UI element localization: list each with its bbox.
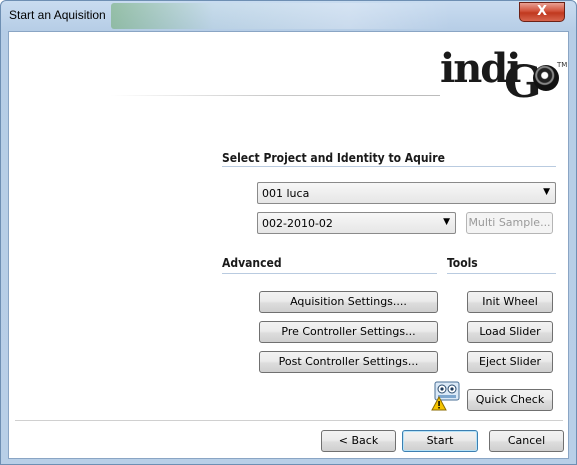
footer-divider [15,420,563,421]
close-button[interactable]: X [519,2,565,22]
post-controller-settings-button[interactable]: Post Controller Settings... [259,351,438,373]
project-section-title: Select Project and Identity to Aquire [222,151,445,165]
tools-section-rule [447,273,556,274]
lens-icon [533,65,559,91]
title-bar[interactable]: Start an Aquisition X [1,1,576,31]
warning-camera-icon[interactable] [430,381,464,411]
advanced-section-title: Advanced [222,256,282,270]
multi-sample-button[interactable]: Multi Sample... [466,212,553,234]
eject-slider-button[interactable]: Eject Slider [467,351,553,373]
identity-select[interactable]: 002-2010-02 ▼ [257,212,456,234]
load-slider-button[interactable]: Load Slider [467,321,553,343]
cancel-button[interactable]: Cancel [489,430,564,452]
logo-divider [110,95,440,96]
quick-check-button[interactable]: Quick Check [467,389,553,411]
trademark-mark: TM [557,61,568,69]
close-icon: X [536,4,548,19]
back-button[interactable]: < Back [321,430,396,452]
window-title: Start an Aquisition [9,8,106,22]
identity-select-value: 002-2010-02 [262,217,333,230]
aquisition-settings-button[interactable]: Aquisition Settings.... [259,291,438,313]
pre-controller-settings-button[interactable]: Pre Controller Settings... [259,321,438,343]
indigo-logo: indi G TM [440,43,567,108]
project-section-rule [222,166,556,167]
project-select[interactable]: 001 luca ▼ [257,182,556,204]
chevron-down-icon: ▼ [443,217,450,227]
project-select-value: 001 luca [262,187,310,200]
title-glow [111,3,451,29]
chevron-down-icon: ▼ [543,187,550,197]
start-button[interactable]: Start [402,430,478,452]
tools-section-title: Tools [447,256,478,270]
init-wheel-button[interactable]: Init Wheel [467,291,553,313]
advanced-section-rule [222,273,437,274]
